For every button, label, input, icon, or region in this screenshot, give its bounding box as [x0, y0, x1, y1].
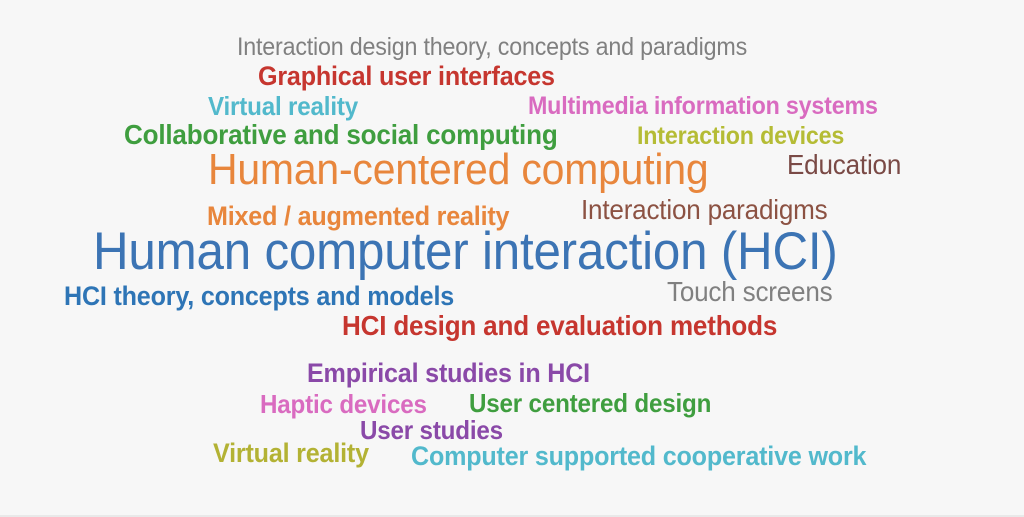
cloud-word: User studies: [360, 415, 503, 445]
cloud-word: Empirical studies in HCI: [307, 358, 590, 388]
cloud-word: Multimedia information systems: [528, 92, 878, 120]
cloud-word: HCI theory, concepts and models: [64, 281, 455, 311]
cloud-word: Interaction paradigms: [581, 194, 828, 225]
cloud-word: Human-centered computing: [208, 145, 709, 194]
word-cloud-canvas: Interaction design theory, concepts and …: [0, 0, 1024, 517]
cloud-word: Virtual reality: [213, 438, 369, 468]
cloud-word: Education: [787, 149, 902, 180]
cloud-word: Human computer interaction (HCI): [93, 222, 838, 281]
cloud-word: Touch screens: [667, 276, 833, 307]
cloud-word: User centered design: [469, 388, 712, 418]
cloud-word: Virtual reality: [208, 91, 358, 121]
cloud-word: Graphical user interfaces: [258, 61, 555, 91]
cloud-word: Computer supported cooperative work: [411, 441, 867, 471]
cloud-word: Interaction design theory, concepts and …: [237, 33, 748, 61]
cloud-word: HCI design and evaluation methods: [342, 310, 778, 341]
cloud-word: Haptic devices: [260, 389, 427, 419]
